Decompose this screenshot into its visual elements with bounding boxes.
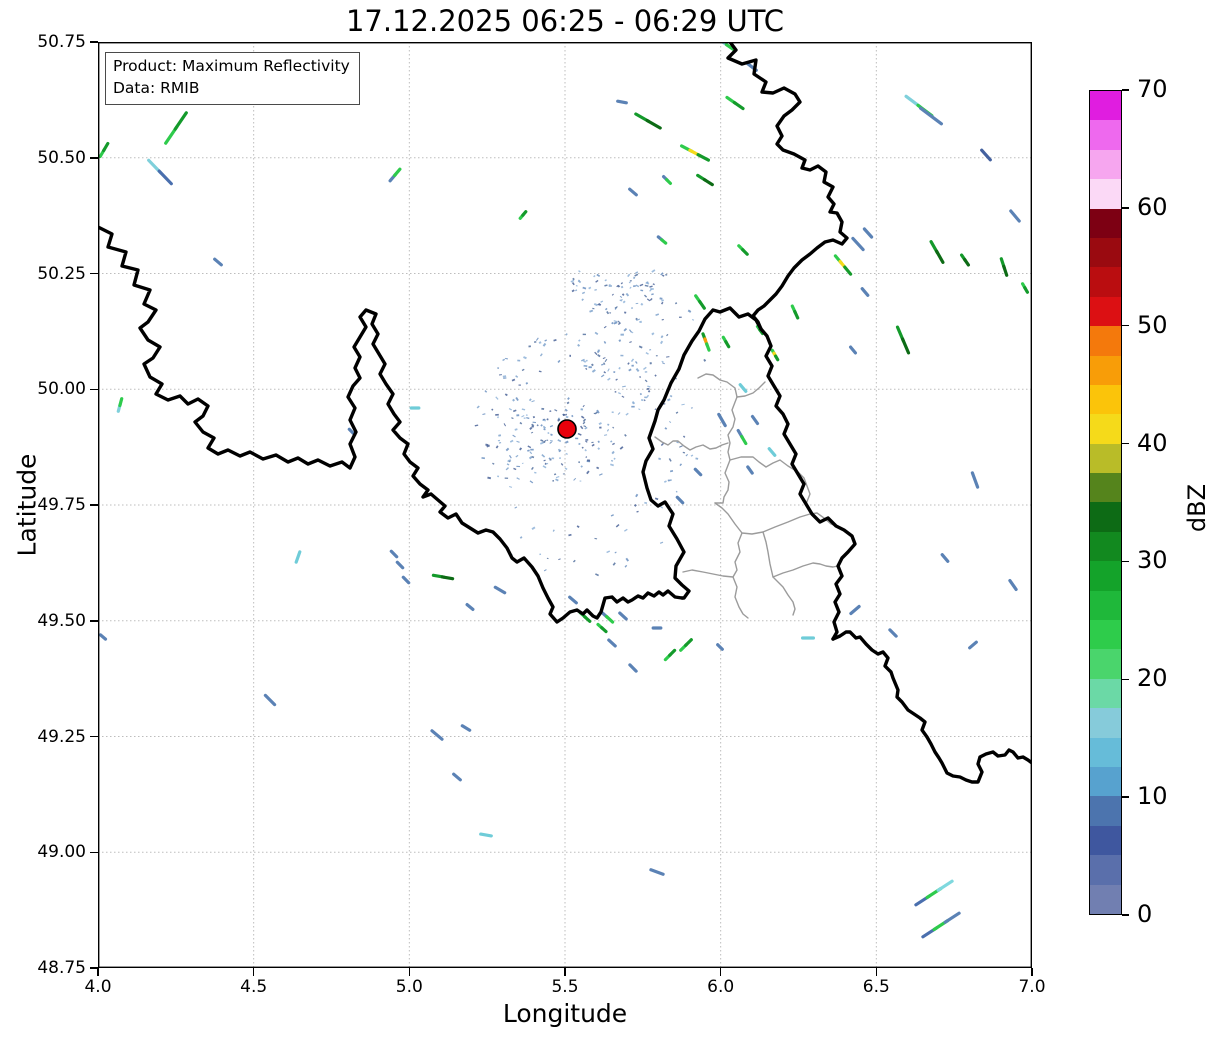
colorbar-segment: [1090, 355, 1121, 385]
y-tick-label: 48.75: [37, 958, 86, 978]
y-tick-label: 50.00: [37, 379, 86, 400]
y-tick-label: 50.25: [37, 263, 86, 284]
colorbar-segment: [1090, 179, 1121, 209]
colorbar-tick-mark: [1122, 442, 1129, 445]
colorbar-segment: [1090, 326, 1121, 356]
colorbar-segment: [1090, 590, 1121, 621]
figure-title: 17.12.2025 06:25 - 06:29 UTC: [345, 4, 785, 38]
colorbar-segment: [1090, 855, 1121, 885]
colorbar-tick-mark: [1122, 914, 1129, 916]
x-tick-mark: [252, 968, 255, 976]
colorbar-tick-label: 10: [1137, 782, 1168, 811]
colorbar-tick-mark: [1122, 324, 1129, 327]
x-tick-label: 7.0: [1018, 977, 1046, 997]
y-tick-mark: [90, 388, 98, 390]
colorbar-segment: [1090, 531, 1121, 562]
colorbar-tick-label: 50: [1137, 310, 1168, 339]
colorbar-tick-label: 30: [1137, 546, 1168, 575]
x-tick-label: 5.0: [395, 977, 423, 997]
colorbar-segment: [1090, 620, 1121, 650]
colorbar: [1089, 90, 1122, 915]
product-label: Product: Maximum Reflectivity: [113, 57, 350, 75]
colorbar-segment: [1090, 737, 1121, 767]
colorbar-tick-mark: [1122, 678, 1129, 681]
x-tick-mark: [1031, 968, 1033, 976]
colorbar-segment: [1090, 443, 1121, 474]
y-tick-mark: [90, 620, 98, 622]
colorbar-segment: [1090, 678, 1121, 709]
y-tick-label: 50.75: [37, 32, 86, 52]
colorbar-segment: [1090, 384, 1121, 415]
colorbar-segment: [1090, 649, 1121, 679]
y-tick-mark: [90, 851, 98, 853]
colorbar-segment: [1090, 208, 1121, 238]
colorbar-tick-mark: [1122, 560, 1129, 563]
colorbar-segment: [1090, 766, 1121, 797]
colorbar-segment: [1090, 414, 1121, 444]
colorbar-tick-label: 20: [1137, 664, 1168, 693]
y-tick-label: 49.00: [37, 842, 86, 863]
colorbar-segment: [1090, 267, 1121, 297]
x-tick-mark: [408, 968, 411, 976]
radar-site-marker: [557, 419, 577, 439]
x-axis-label: Longitude: [502, 999, 628, 1028]
colorbar-tick-label: 40: [1137, 428, 1168, 457]
colorbar-segment: [1090, 237, 1121, 268]
y-tick-label: 50.50: [37, 147, 86, 168]
x-tick-label: 6.0: [707, 977, 735, 997]
colorbar-tick-label: 70: [1137, 75, 1168, 103]
colorbar-segment: [1090, 120, 1121, 150]
colorbar-segment: [1090, 502, 1121, 532]
colorbar-segment: [1090, 708, 1121, 738]
y-tick-mark: [90, 967, 98, 969]
colorbar-segment: [1090, 884, 1121, 914]
x-tick-mark: [875, 968, 878, 976]
y-tick-mark: [90, 272, 98, 275]
data-source-label: Data: RMIB: [113, 79, 200, 98]
colorbar-tick-mark: [1122, 89, 1129, 91]
colorbar-tick-label: 0: [1137, 900, 1153, 928]
y-tick-label: 49.25: [37, 726, 86, 747]
x-tick-mark: [719, 968, 722, 976]
colorbar-segment: [1090, 796, 1121, 826]
colorbar-label: dBZ: [1183, 483, 1211, 533]
colorbar-tick-label: 60: [1137, 192, 1168, 221]
map-plot-area: [98, 42, 1032, 968]
y-tick-mark: [90, 157, 98, 159]
y-tick-label: 49.50: [37, 610, 86, 631]
x-tick-label: 6.5: [862, 977, 890, 997]
x-tick-mark: [97, 968, 99, 976]
radar-figure: 17.12.2025 06:25 - 06:29 UTC Product: Ma…: [0, 0, 1219, 1040]
y-tick-mark: [90, 504, 98, 506]
y-tick-label: 49.75: [37, 495, 86, 515]
colorbar-segment: [1090, 149, 1121, 180]
colorbar-segment: [1090, 561, 1121, 591]
x-tick-label: 4.0: [84, 977, 112, 997]
product-info-box: Product: Maximum Reflectivity Data: RMIB: [105, 52, 360, 105]
colorbar-segment: [1090, 296, 1121, 327]
colorbar-tick-mark: [1122, 207, 1129, 209]
x-tick-mark: [564, 968, 566, 976]
reflectivity-map: [98, 42, 1032, 968]
x-tick-label: 4.5: [240, 977, 268, 997]
colorbar-segment: [1090, 825, 1121, 856]
colorbar-segment: [1090, 91, 1121, 121]
x-tick-label: 5.5: [551, 977, 579, 997]
y-tick-mark: [90, 41, 98, 43]
colorbar-segment: [1090, 473, 1121, 503]
colorbar-tick-mark: [1122, 796, 1129, 798]
y-tick-mark: [90, 735, 98, 738]
